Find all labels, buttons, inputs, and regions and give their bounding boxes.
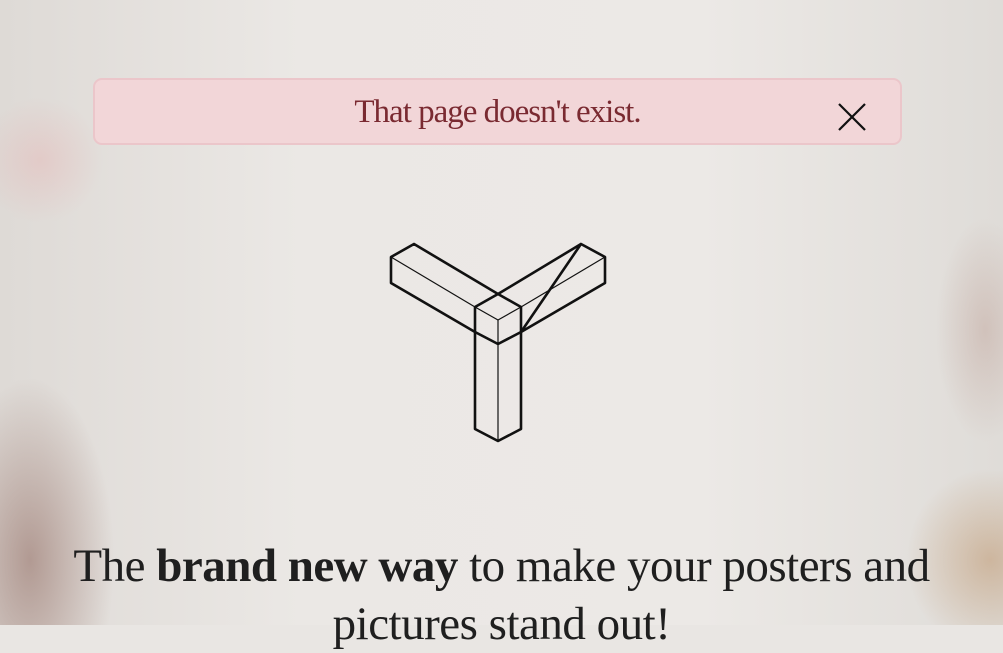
- tri-beam-logo-icon: [389, 242, 607, 443]
- hero-headline: The brand new way to make your posters a…: [20, 537, 983, 653]
- close-icon: [838, 103, 866, 131]
- alert-close-button[interactable]: [835, 100, 869, 134]
- headline-bold: brand new way: [156, 540, 458, 592]
- headline-pre: The: [73, 540, 157, 592]
- error-alert: That page doesn't exist.: [93, 78, 902, 145]
- alert-message: That page doesn't exist.: [354, 94, 641, 130]
